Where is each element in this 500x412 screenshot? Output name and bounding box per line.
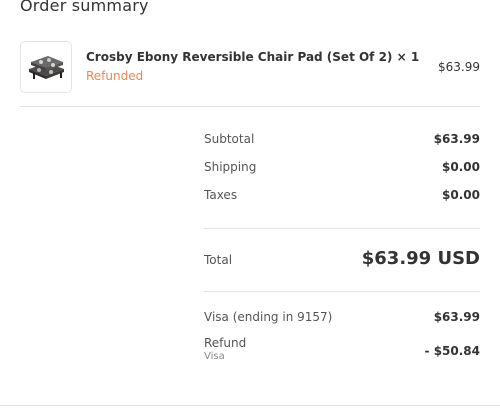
line-item: Crosby Ebony Reversible Chair Pad (Set O… [20,41,480,93]
subtotal-value: $63.99 [433,132,480,146]
order-summary-panel: Order summary Crosby Ebony Reversible Ch… [0,0,500,412]
divider [20,106,480,107]
shipping-label: Shipping [204,160,257,174]
taxes-value: $0.00 [442,188,480,202]
refund-method: Visa [204,351,225,362]
subtotal-row: Subtotal $63.99 [204,132,480,150]
item-price: $63.99 [438,60,480,74]
product-thumbnail [20,41,72,93]
total-label: Total [204,253,233,267]
item-name: Crosby Ebony Reversible Chair Pad (Set O… [86,50,420,64]
item-status-refunded: Refunded [86,69,144,83]
chair-pad-icon [21,42,71,92]
order-summary-title: Order summary [20,0,149,15]
refund-value: - $50.84 [424,344,480,358]
refund-row: Refund Visa - $50.84 [204,336,480,366]
shipping-value: $0.00 [442,160,480,174]
payment-value: $63.99 [433,310,480,324]
total-row: Total $63.99 USD [204,248,480,271]
divider [204,228,480,229]
refund-label: Refund [204,336,247,350]
taxes-row: Taxes $0.00 [204,188,480,206]
payment-label: Visa (ending in 9157) [204,310,333,324]
divider [0,405,500,406]
total-value: $63.99 USD [361,248,480,269]
payment-row: Visa (ending in 9157) $63.99 [204,310,480,328]
divider [204,291,480,292]
shipping-row: Shipping $0.00 [204,160,480,178]
subtotal-label: Subtotal [204,132,255,146]
taxes-label: Taxes [204,188,238,202]
